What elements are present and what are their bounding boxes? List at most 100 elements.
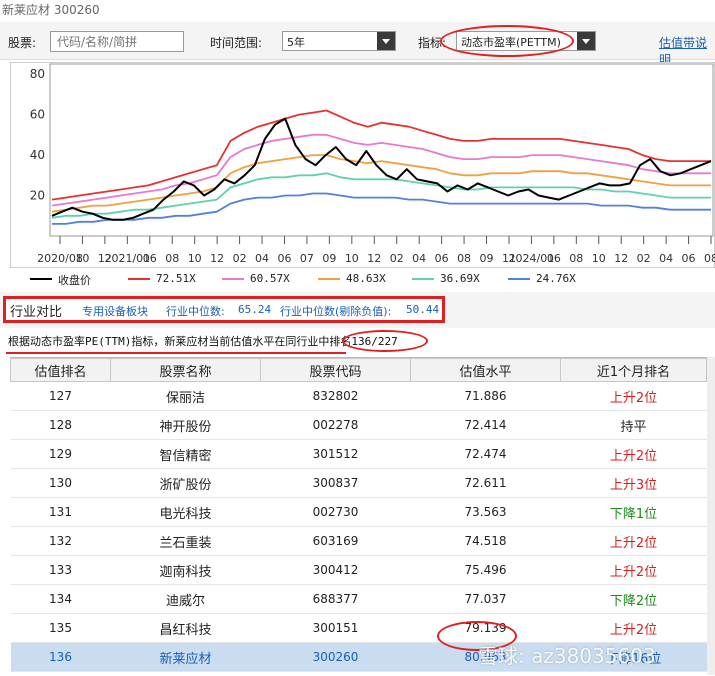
x-tick-label: 07 <box>300 252 314 265</box>
value-cell: 71.886 <box>411 382 561 411</box>
x-tick-label: 10 <box>75 252 89 265</box>
rank-cell: 129 <box>11 440 111 469</box>
code-cell: 600560 <box>261 672 411 676</box>
table-row[interactable]: 134迪威尔68837777.037下降2位 <box>11 585 707 614</box>
x-tick-label: 04 <box>659 252 673 265</box>
column-header-code[interactable]: 股票代码 <box>261 359 411 382</box>
watermark-text: 雪球: az38035603 <box>478 640 656 669</box>
x-tick-label: 04 <box>255 252 269 265</box>
change-cell: 上升3位 <box>561 469 707 498</box>
window-title: 新莱应材 300260 <box>0 0 715 22</box>
y-tick-label: 80 <box>30 67 45 81</box>
code-cell: 301512 <box>261 440 411 469</box>
rank-cell: 128 <box>11 411 111 440</box>
code-cell: 603169 <box>261 527 411 556</box>
table-row[interactable]: 133迦南科技30041275.496上升2位 <box>11 556 707 585</box>
x-tick-label: 10 <box>188 252 202 265</box>
stock-label: 股票: <box>8 34 36 51</box>
name-cell: 神开股份 <box>111 411 261 440</box>
y-tick-label: 20 <box>30 189 45 203</box>
column-header-rank[interactable]: 估值排名 <box>11 359 111 382</box>
name-cell: 浙矿股份 <box>111 469 261 498</box>
x-tick-label: 09 <box>322 252 336 265</box>
value-cell: 75.496 <box>411 556 561 585</box>
code-cell: 002730 <box>261 498 411 527</box>
change-cell: 上升2位 <box>561 614 707 643</box>
code-cell: 832802 <box>261 382 411 411</box>
table-row[interactable]: 132兰石重装60316974.518上升2位 <box>11 527 707 556</box>
column-header-name[interactable]: 股票名称 <box>111 359 261 382</box>
rank-cell: 137 <box>11 672 111 676</box>
table-row[interactable]: 128神开股份00227872.414持平 <box>11 411 707 440</box>
median-ex-value: 50.44 <box>406 303 439 316</box>
code-cell: 688377 <box>261 585 411 614</box>
table-row[interactable]: 130浙矿股份30083772.611上升3位 <box>11 469 707 498</box>
name-cell: 保丽洁 <box>111 382 261 411</box>
code-cell: 300837 <box>261 469 411 498</box>
rank-cell: 133 <box>11 556 111 585</box>
legend-swatch <box>222 278 244 280</box>
column-header-value[interactable]: 估值水平 <box>411 359 561 382</box>
x-tick-label: 06 <box>277 252 291 265</box>
x-tick-label: 08 <box>569 252 583 265</box>
valuation-rank-table: 估值排名 股票名称 股票代码 估值水平 近1个月排名 127保丽洁8328027… <box>10 357 715 676</box>
name-cell: 迪威尔 <box>111 585 261 614</box>
y-tick-label: 40 <box>30 148 45 162</box>
legend-swatch <box>30 278 52 280</box>
median-value: 65.24 <box>238 303 271 316</box>
table-row[interactable]: 129智信精密30151272.474上升2位 <box>11 440 707 469</box>
value-cell: 74.518 <box>411 527 561 556</box>
median-label: 行业中位数: <box>166 303 225 319</box>
table-row[interactable]: 137金自天正60056081.300 <box>11 672 707 676</box>
change-cell: 下降1位 <box>561 498 707 527</box>
value-cell: 77.037 <box>411 585 561 614</box>
rank-cell: 127 <box>11 382 111 411</box>
industry-compare-box: 行业对比 专用设备板块 行业中位数: 65.24 行业中位数(剔除负值): 50… <box>3 296 445 323</box>
y-tick-label: 60 <box>30 108 45 122</box>
x-tick-label: 06 <box>435 252 449 265</box>
chevron-down-icon[interactable] <box>577 32 595 50</box>
change-cell: 下降2位 <box>561 585 707 614</box>
indicator-highlight-circle <box>440 25 574 57</box>
range-select[interactable]: 5年 <box>282 31 396 51</box>
valuation-band-chart: 2020/0810122021/010608101202040607091012… <box>10 62 715 268</box>
x-tick-label: 08 <box>704 252 715 265</box>
industry-title: 行业对比 <box>10 301 62 320</box>
rank-cell: 135 <box>11 614 111 643</box>
legend-label: 收盘价 <box>58 272 91 288</box>
x-tick-label: 12 <box>210 252 224 265</box>
x-tick-label: 06 <box>143 252 157 265</box>
value-cell: 72.414 <box>411 411 561 440</box>
name-cell: 昌红科技 <box>111 614 261 643</box>
stock-search-input[interactable] <box>50 31 184 52</box>
chevron-down-icon[interactable] <box>377 32 395 50</box>
x-tick-label: 08 <box>165 252 179 265</box>
value-cell: 81.300 <box>411 672 561 676</box>
x-tick-label: 12 <box>614 252 628 265</box>
table-scrollbar[interactable] <box>707 357 715 675</box>
change-cell: 上升2位 <box>561 556 707 585</box>
name-cell: 智信精密 <box>111 440 261 469</box>
industry-sector-link[interactable]: 专用设备板块 <box>82 303 148 319</box>
x-tick-label: 02 <box>233 252 247 265</box>
value-cell: 73.563 <box>411 498 561 527</box>
column-header-change[interactable]: 近1个月排名 <box>561 359 707 382</box>
legend-label: 60.57X <box>250 272 290 285</box>
range-label: 时间范围: <box>210 34 262 51</box>
valuation-description: 根据动态市盈率PE(TTM)指标，新莱应材当前估值水平在同行业中排名136/22… <box>8 333 398 349</box>
legend-swatch <box>128 278 150 280</box>
name-cell: 金自天正 <box>111 672 261 676</box>
rank-highlight-circle <box>342 330 428 352</box>
name-cell: 新莱应材 <box>111 643 261 672</box>
table-row[interactable]: 127保丽洁83280271.886上升2位 <box>11 382 707 411</box>
chart-legend: 收盘价 72.51X 60.57X 48.63X 36.69X 24.76X <box>0 268 715 290</box>
x-tick-label: 12 <box>367 252 381 265</box>
change-cell: 持平 <box>561 411 707 440</box>
description-text: 根据动态市盈率PE(TTM)指标，新莱应材当前估值水平在同行业中 <box>8 335 329 348</box>
x-tick-label: 06 <box>682 252 696 265</box>
legend-label: 24.76X <box>536 272 576 285</box>
legend-swatch <box>508 278 530 280</box>
code-cell: 002278 <box>261 411 411 440</box>
table-row[interactable]: 131电光科技00273073.563下降1位 <box>11 498 707 527</box>
table-row[interactable]: 135昌红科技30015179.139上升2位 <box>11 614 707 643</box>
